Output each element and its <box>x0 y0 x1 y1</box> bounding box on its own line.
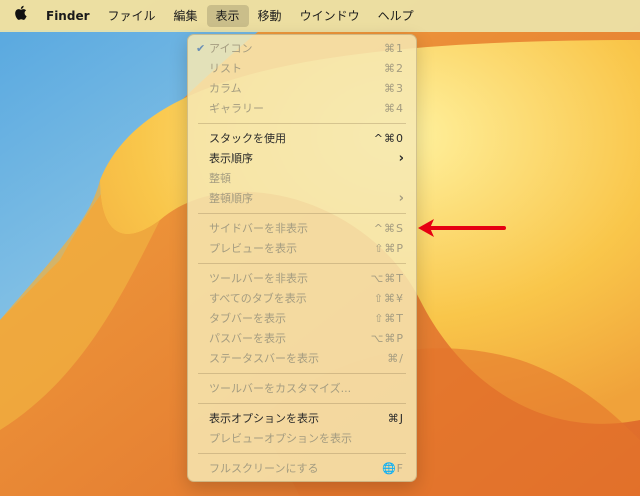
view-menu-dropdown: ✔ アイコン ⌘1 リスト ⌘2 カラム ⌘3 ギャラリー ⌘4 スタックを使用… <box>187 34 417 482</box>
menu-edit[interactable]: 編集 <box>165 5 207 27</box>
menu-separator <box>198 123 406 124</box>
menu-item-label: カラム <box>209 82 242 95</box>
menu-item-shortcut: ⇧⌘P <box>374 242 404 255</box>
apple-logo-icon <box>14 5 27 27</box>
menu-item-label: ツールバーを非表示 <box>209 272 308 285</box>
menu-item-list-view[interactable]: リスト ⌘2 <box>188 59 416 79</box>
menu-item-enter-full-screen[interactable]: フルスクリーンにする 🌐F <box>188 459 416 479</box>
menu-view[interactable]: 表示 <box>206 5 249 27</box>
menu-item-shortcut: 🌐F <box>381 462 404 475</box>
menu-window[interactable]: ウインドウ <box>291 5 369 27</box>
chevron-right-icon: › <box>398 151 404 166</box>
menu-item-show-tab-bar[interactable]: タブバーを表示 ⇧⌘T <box>188 309 416 329</box>
menu-item-label: ステータスバーを表示 <box>209 352 319 365</box>
menu-item-label: プレビューを表示 <box>209 242 297 255</box>
menu-item-label: 整頓順序 <box>209 192 253 205</box>
menu-item-show-view-options[interactable]: 表示オプションを表示 ⌘J <box>188 409 416 429</box>
menu-item-shortcut: ⌘4 <box>384 102 404 115</box>
menu-item-clean-up[interactable]: 整頓 <box>188 169 416 189</box>
menu-separator <box>198 453 406 454</box>
menu-item-shortcut: ⌘J <box>387 412 404 425</box>
menu-finder[interactable]: Finder <box>37 5 99 27</box>
menu-item-shortcut: ⌘/ <box>387 352 404 365</box>
menu-item-sort-by[interactable]: 表示順序 › <box>188 149 416 169</box>
menu-item-shortcut: ⌘2 <box>384 62 404 75</box>
menu-item-label: 表示オプションを表示 <box>209 412 319 425</box>
menu-item-hide-toolbar[interactable]: ツールバーを非表示 ⌥⌘T <box>188 269 416 289</box>
menu-item-label: サイドバーを非表示 <box>209 222 308 235</box>
menu-item-shortcut: ⌘1 <box>384 42 404 55</box>
chevron-right-icon: › <box>398 191 404 206</box>
checkmark-icon: ✔ <box>196 42 206 55</box>
red-arrow-annotation-icon <box>418 219 506 237</box>
menu-item-show-status-bar[interactable]: ステータスバーを表示 ⌘/ <box>188 349 416 369</box>
menu-item-label: フルスクリーンにする <box>209 462 319 475</box>
menu-item-customize-toolbar[interactable]: ツールバーをカスタマイズ... <box>188 379 416 399</box>
menu-item-label: リスト <box>209 62 242 75</box>
menu-item-shortcut: ⌘3 <box>384 82 404 95</box>
menu-go[interactable]: 移動 <box>249 5 291 27</box>
menu-item-show-preview[interactable]: プレビューを表示 ⇧⌘P <box>188 239 416 259</box>
menu-item-clean-up-by[interactable]: 整頓順序 › <box>188 189 416 209</box>
menu-item-icon-view[interactable]: ✔ アイコン ⌘1 <box>188 39 416 59</box>
menu-item-gallery-view[interactable]: ギャラリー ⌘4 <box>188 99 416 119</box>
menu-item-label: スタックを使用 <box>209 132 286 145</box>
menu-item-shortcut: ^⌘S <box>373 222 404 235</box>
menu-item-label: アイコン <box>209 42 253 55</box>
menu-item-label: プレビューオプションを表示 <box>209 432 352 445</box>
menu-item-shortcut: ⌥⌘T <box>370 272 404 285</box>
menu-separator <box>198 373 406 374</box>
menu-separator <box>198 213 406 214</box>
menu-item-shortcut: ⇧⌘T <box>374 312 404 325</box>
menu-file[interactable]: ファイル <box>99 5 165 27</box>
menu-item-label: パスバーを表示 <box>209 332 286 345</box>
menu-item-shortcut: ⇧⌘¥ <box>373 292 404 305</box>
menu-item-label: 表示順序 <box>209 152 253 165</box>
menu-item-use-stacks[interactable]: スタックを使用 ^⌘0 <box>188 129 416 149</box>
menu-help[interactable]: ヘルプ <box>369 5 423 27</box>
menu-item-label: すべてのタブを表示 <box>209 292 307 305</box>
menu-bar: Finder ファイル 編集 表示 移動 ウインドウ ヘルプ <box>0 0 640 32</box>
menu-item-hide-sidebar[interactable]: サイドバーを非表示 ^⌘S <box>188 219 416 239</box>
apple-menu[interactable] <box>0 5 37 27</box>
menu-item-label: ギャラリー <box>209 102 264 115</box>
menu-item-show-all-tabs[interactable]: すべてのタブを表示 ⇧⌘¥ <box>188 289 416 309</box>
menu-item-shortcut: ⌥⌘P <box>370 332 404 345</box>
menu-item-shortcut: ^⌘0 <box>373 132 404 145</box>
menu-item-label: ツールバーをカスタマイズ... <box>209 382 352 395</box>
menu-separator <box>198 403 406 404</box>
menu-item-label: 整頓 <box>209 172 231 185</box>
menu-item-show-preview-options[interactable]: プレビューオプションを表示 <box>188 429 416 449</box>
menu-separator <box>198 263 406 264</box>
menu-item-label: タブバーを表示 <box>209 312 286 325</box>
menu-item-show-path-bar[interactable]: パスバーを表示 ⌥⌘P <box>188 329 416 349</box>
menu-item-column-view[interactable]: カラム ⌘3 <box>188 79 416 99</box>
